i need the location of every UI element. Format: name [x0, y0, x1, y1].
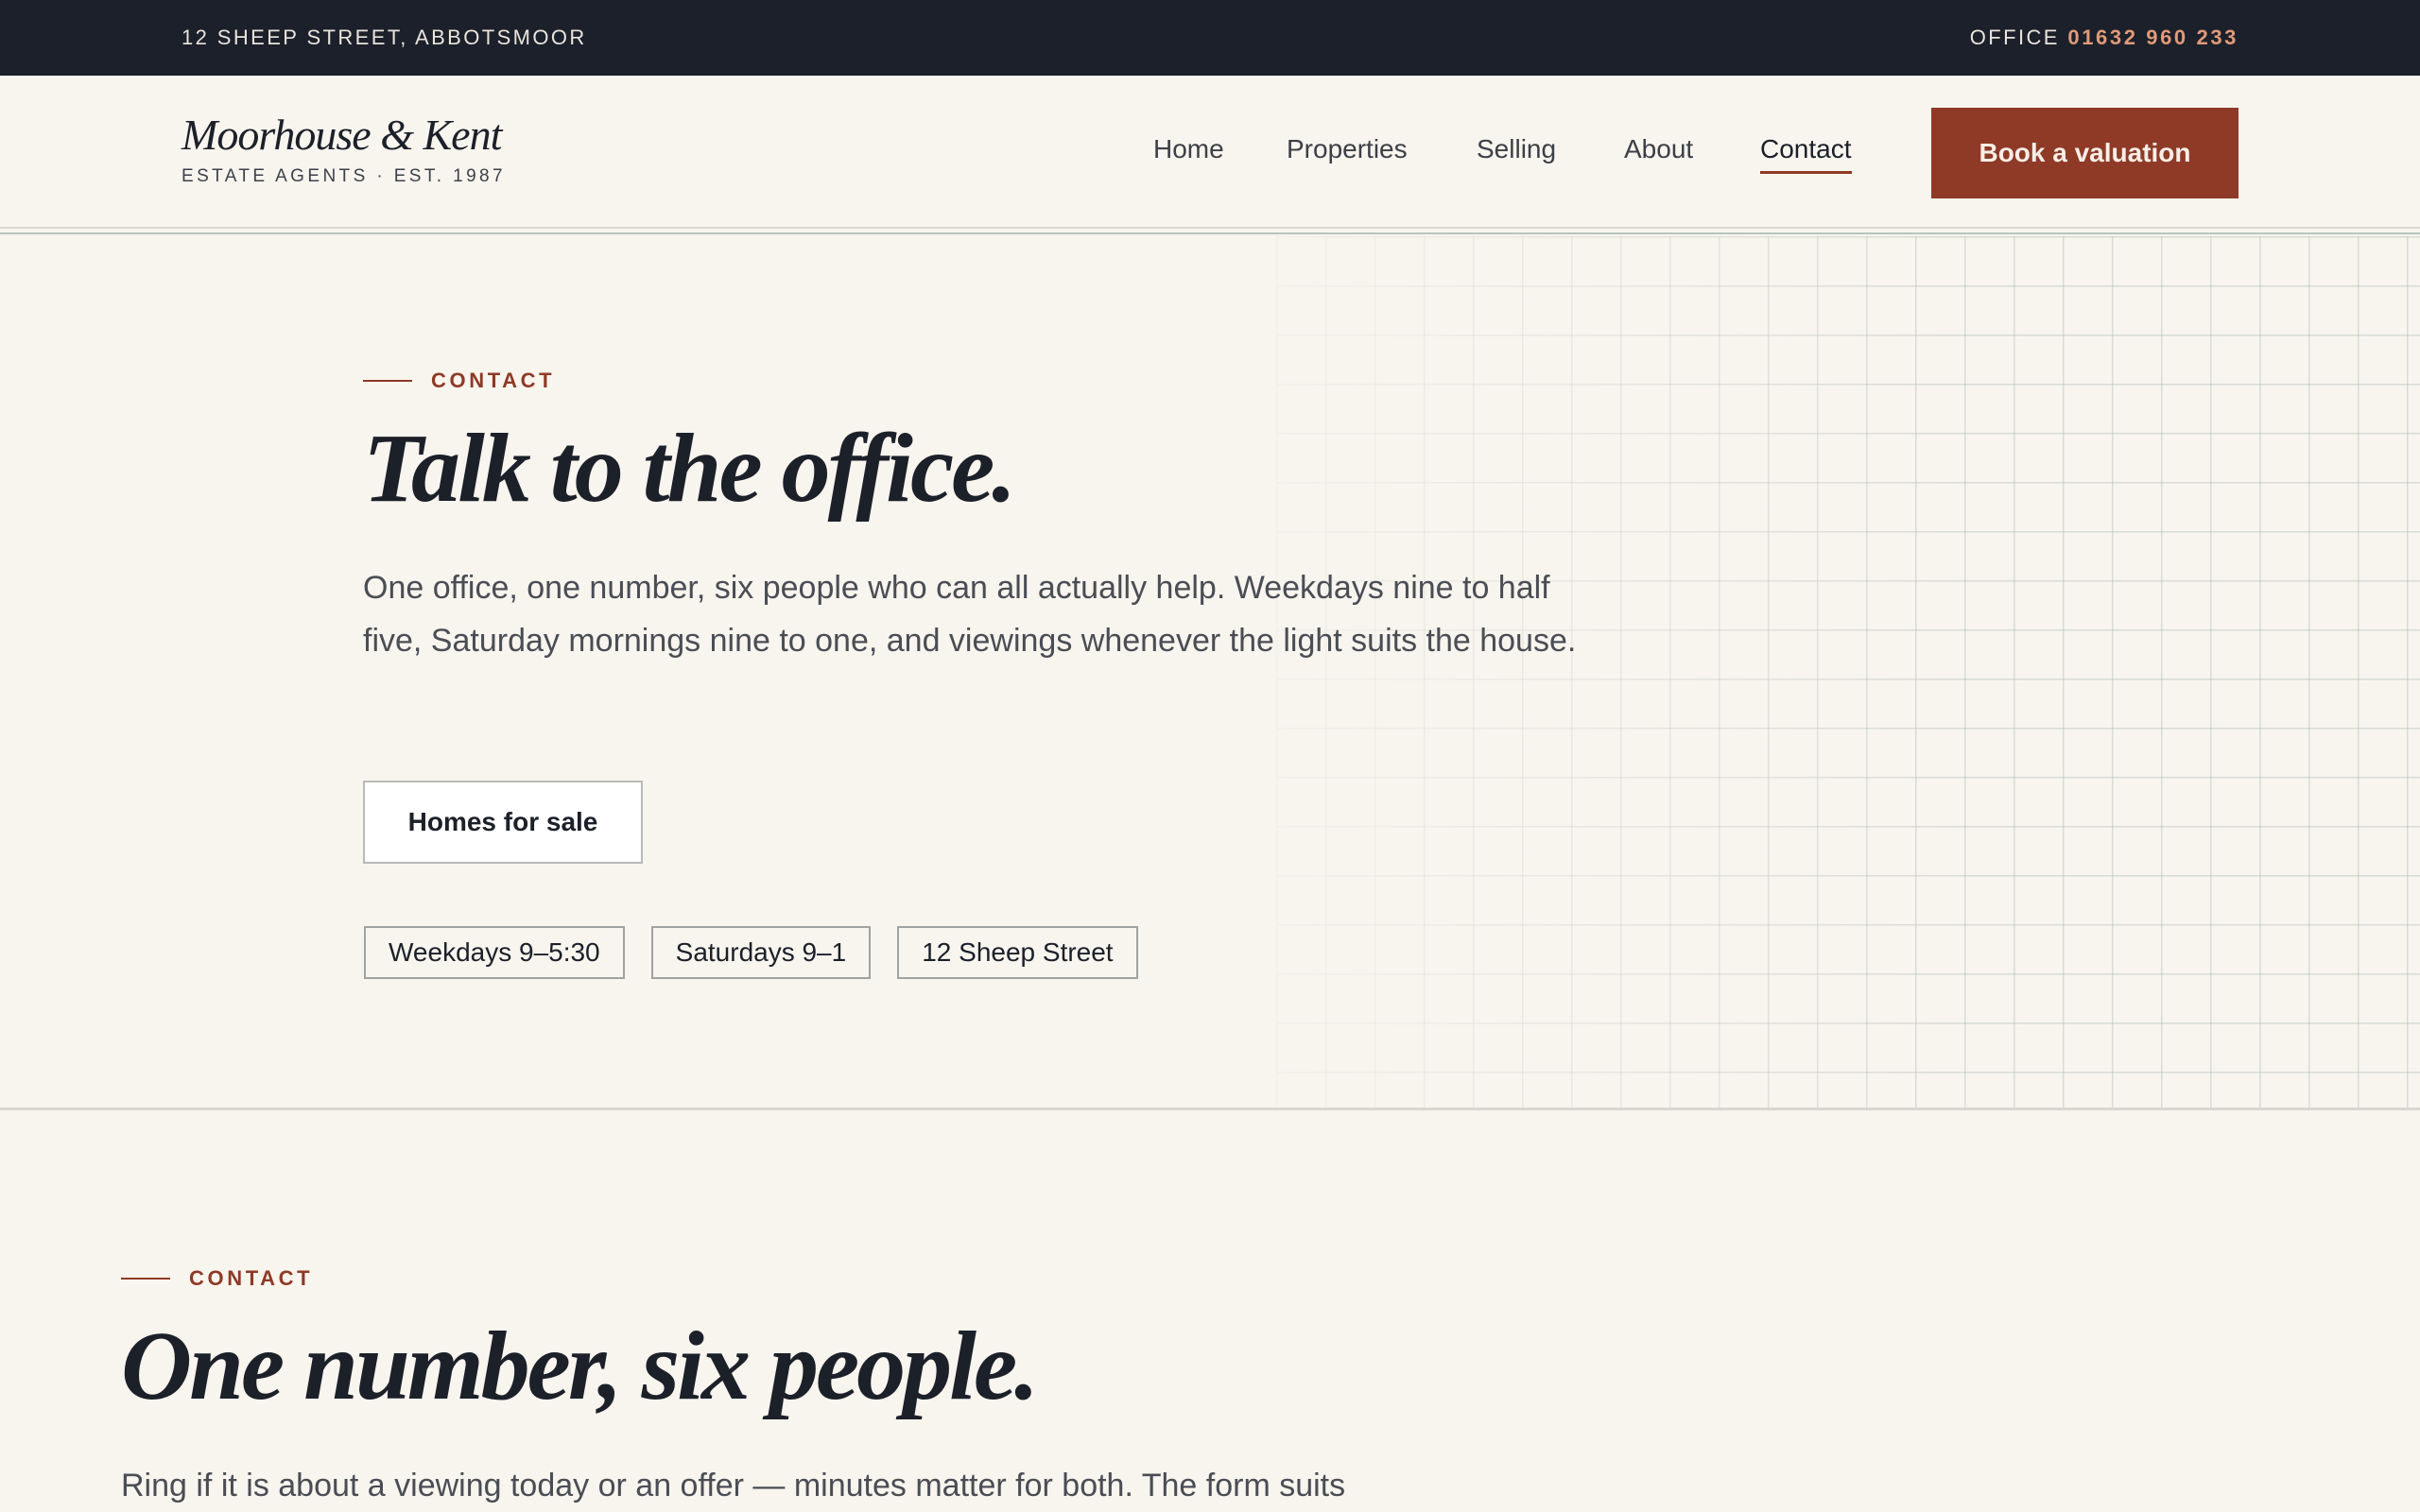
nav-item-contact[interactable]: Contact — [1760, 134, 1852, 174]
office-info-chips: Weekdays 9–5:30 Saturdays 9–1 12 Sheep S… — [364, 926, 1138, 979]
hero-eyebrow: CONTACT — [363, 369, 555, 393]
section-lede: Ring if it is about a viewing today or a… — [121, 1468, 1346, 1503]
nav-item-properties[interactable]: Properties — [1287, 134, 1408, 164]
office-label: OFFICE — [1969, 26, 2068, 49]
nav-item-about[interactable]: About — [1624, 134, 1693, 164]
section-eyebrow-label: CONTACT — [189, 1266, 314, 1290]
nav-item-selling[interactable]: Selling — [1477, 134, 1556, 164]
chip-weekday-hours: Weekdays 9–5:30 — [364, 926, 625, 979]
grid-pattern-decoration — [1276, 236, 2420, 1108]
nav-item-home[interactable]: Home — [1153, 134, 1224, 164]
homes-for-sale-button[interactable]: Homes for sale — [363, 781, 643, 864]
brand-logo[interactable]: Moorhouse & Kent — [182, 110, 502, 160]
brand-tagline: ESTATE AGENTS · EST. 1987 — [182, 166, 506, 186]
contact-details-section: CONTACT One number, six people. Ring if … — [0, 1113, 2420, 1512]
office-address: 12 SHEEP STREET, ABBOTSMOOR — [182, 26, 587, 49]
eyebrow-rule — [121, 1278, 170, 1280]
chip-saturday-hours: Saturdays 9–1 — [650, 926, 872, 979]
hero-eyebrow-label: CONTACT — [431, 369, 556, 392]
eyebrow-rule — [363, 380, 412, 382]
hero-title: Talk to the office. — [363, 414, 1016, 523]
section-title: One number, six people. — [121, 1312, 1039, 1420]
site-header: Moorhouse & Kent ESTATE AGENTS · EST. 19… — [0, 76, 2420, 234]
hero-lede: One office, one number, six people who c… — [363, 570, 1577, 659]
book-valuation-button[interactable]: Book a valuation — [1931, 108, 2238, 198]
contact-hero: CONTACT Talk to the office. One office, … — [0, 236, 2420, 1110]
chip-address: 12 Sheep Street — [897, 926, 1138, 979]
top-bar: 12 SHEEP STREET, ABBOTSMOOR OFFICE 01632… — [0, 0, 2420, 76]
office-contact: OFFICE 01632 960 233 — [1970, 26, 2238, 50]
office-phone-link[interactable]: 01632 960 233 — [2067, 26, 2238, 49]
section-eyebrow: CONTACT — [121, 1266, 313, 1291]
